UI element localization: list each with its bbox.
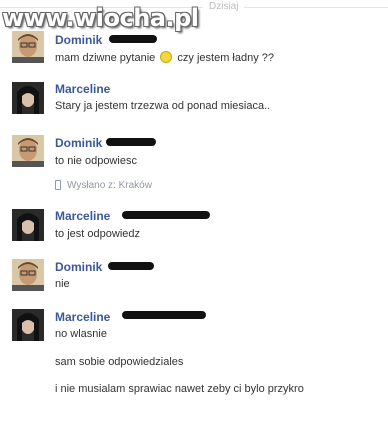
message-text: i nie musialam sprawiac nawet zeby ci by… — [55, 383, 304, 395]
message-text: to jest odpowiedz — [55, 228, 140, 240]
sent-from-label: Wysłano z: Kraków — [55, 180, 152, 191]
message-text: to nie odpowiesc — [55, 155, 137, 167]
sender-name[interactable]: Dominik — [55, 260, 102, 274]
avatar[interactable] — [12, 209, 44, 241]
avatar[interactable] — [12, 309, 44, 341]
avatar[interactable] — [12, 82, 44, 114]
redaction-mark — [106, 138, 156, 146]
message-text: mam dziwne pytanie czy jestem ładny ?? — [55, 51, 274, 64]
sender-name[interactable]: Dominik — [55, 33, 102, 47]
avatar[interactable] — [12, 31, 44, 63]
message-text-part: czy jestem ładny ?? — [177, 52, 275, 64]
message-text-part: mam dziwne pytanie — [55, 52, 156, 64]
smiley-icon — [160, 51, 173, 63]
redaction-mark — [122, 211, 210, 219]
sender-name[interactable]: Marceline — [55, 82, 110, 96]
avatar[interactable] — [12, 259, 44, 291]
watermark: www.wiocha.pl — [2, 4, 199, 32]
redaction-mark — [122, 311, 206, 319]
sender-name[interactable]: Marceline — [55, 310, 110, 324]
sender-name[interactable]: Dominik — [55, 136, 102, 150]
redaction-mark — [108, 262, 154, 270]
date-label: Dzisiaj — [203, 1, 245, 12]
message-text: nie — [55, 278, 70, 290]
sender-name[interactable]: Marceline — [55, 209, 110, 223]
sent-from-text: Wysłano z: Kraków — [67, 180, 152, 191]
message-text: Stary ja jestem trzezwa od ponad miesiac… — [55, 100, 271, 112]
redaction-mark — [109, 35, 157, 43]
message-text: sam sobie odpowiedziales — [55, 356, 184, 368]
avatar[interactable] — [12, 135, 44, 167]
phone-icon — [55, 180, 61, 190]
message-text: no wlasnie — [55, 328, 107, 340]
